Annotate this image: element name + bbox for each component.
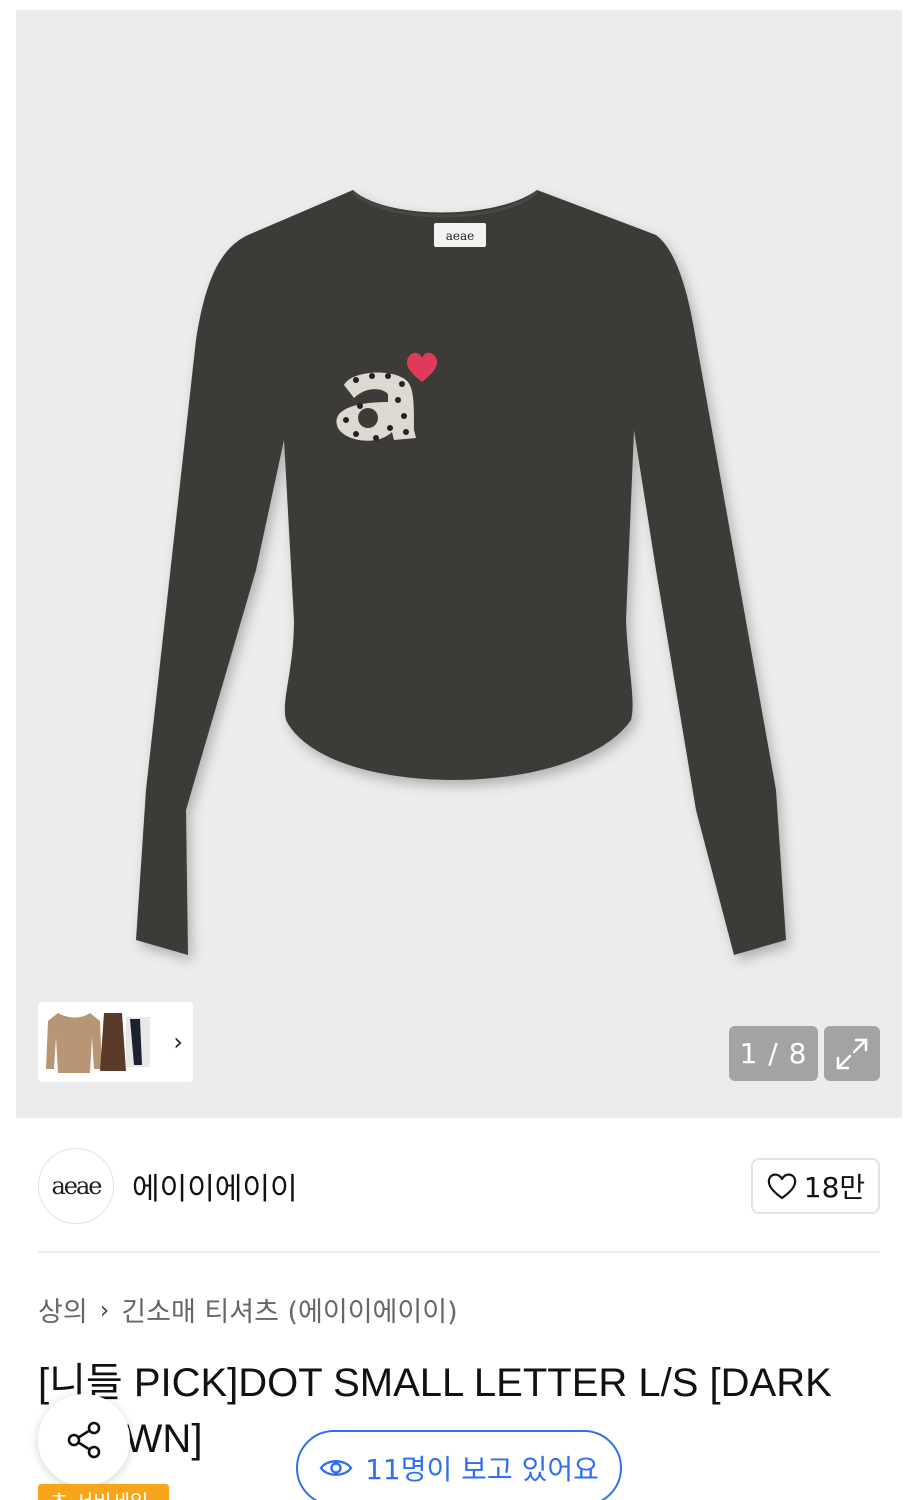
expand-icon [836,1038,868,1069]
image-counter: 1 / 8 [729,1026,818,1081]
chevron-right-icon: › [99,1295,110,1324]
viewers-badge: 11명이 보고 있어요 [296,1430,622,1500]
brand-name[interactable]: 에이이에이이 [132,1164,298,1208]
variant-thumbnail-navy[interactable] [126,1007,150,1077]
brand-logo[interactable]: aeae [38,1148,114,1224]
share-icon [67,1421,101,1459]
eye-icon [319,1460,353,1476]
heart-icon [767,1173,797,1200]
variant-thumbnail-brown[interactable] [98,1007,128,1077]
breadcrumb-subcategory[interactable]: 긴소매 티셔츠 (에이이에이이) [121,1290,457,1329]
breadcrumb: 상의 › 긴소매 티셔츠 (에이이에이이) [38,1290,458,1329]
breadcrumb-category[interactable]: 상의 [38,1290,88,1329]
chevron-right-icon[interactable]: › [173,1028,183,1056]
brand-like-button[interactable]: 18만 [751,1158,880,1214]
product-image-gallery[interactable]: aeae › 1 / 8 [16,10,902,1118]
variant-thumbnail-beige[interactable] [44,1007,104,1077]
expand-button[interactable] [824,1026,880,1081]
promo-badge: 초 서비세일 [38,1484,169,1500]
divider [38,1251,880,1253]
like-count: 18만 [803,1171,866,1204]
share-button[interactable] [38,1394,130,1486]
svg-text:aeae: aeae [446,229,475,243]
product-image: aeae [136,190,786,955]
brand-row: aeae 에이이에이이 18만 [38,1148,880,1224]
viewers-text: 11명이 보고 있어요 [365,1453,599,1486]
color-variant-thumbnails[interactable]: › [38,1002,193,1082]
